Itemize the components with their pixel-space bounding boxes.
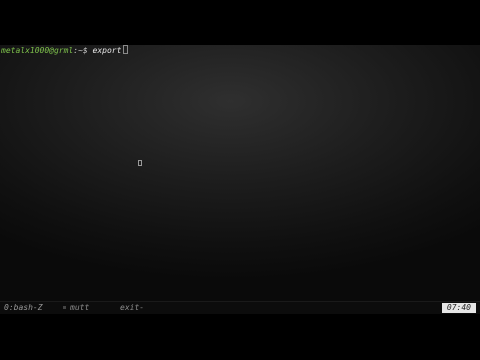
terminal-window[interactable]: metalx1000@grml:~$ export <box>0 45 480 301</box>
window-tab-bash[interactable]: 0:bash-Z <box>4 302 43 314</box>
window-tab-exit[interactable]: exit- <box>120 302 144 314</box>
text-cursor <box>123 45 129 54</box>
mouse-pointer-icon <box>138 160 142 166</box>
prompt-path: :~$ <box>73 46 88 55</box>
clock: 07:40 <box>441 303 476 313</box>
command-text: export <box>92 46 122 55</box>
prompt-line: metalx1000@grml:~$ export <box>1 45 129 56</box>
screen: metalx1000@grml:~$ export 0:bash-Z mutt … <box>0 0 480 360</box>
window-tab-mutt[interactable]: mutt <box>63 302 89 314</box>
tab-marker-icon <box>63 306 66 309</box>
tmux-status-bar: 0:bash-Z mutt exit- 07:40 <box>0 301 480 314</box>
prompt-user-host: metalx1000@grml <box>1 46 74 55</box>
window-tab-mutt-label: mutt <box>70 303 90 312</box>
